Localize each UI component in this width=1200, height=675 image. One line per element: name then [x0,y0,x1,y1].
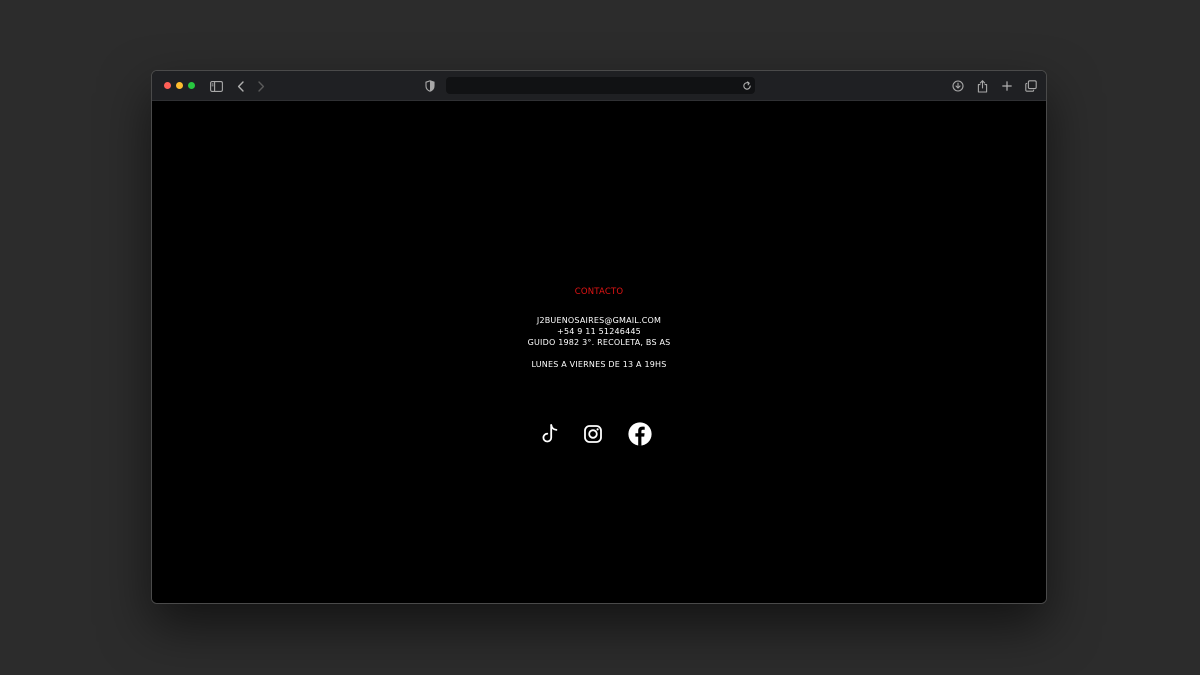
social-links [152,421,1046,447]
sidebar-icon[interactable] [208,78,224,94]
forward-icon[interactable] [253,78,269,94]
new-tab-icon[interactable] [999,78,1015,94]
contact-phone[interactable]: +54 9 11 51246445 [152,326,1046,337]
back-icon[interactable] [233,78,249,94]
contact-address: GUIDO 1982 3°. RECOLETA, BS AS [527,338,671,347]
share-icon[interactable] [974,78,990,94]
tiktok-icon[interactable] [537,421,563,447]
tabs-overview-icon[interactable] [1023,78,1039,94]
reload-icon[interactable] [739,78,755,94]
contact-hours: LUNES A VIERNES DE 13 A 19HS [531,360,667,369]
download-icon[interactable] [950,78,966,94]
browser-toolbar [152,71,1046,101]
address-bar[interactable] [446,77,755,94]
close-window-button[interactable] [164,82,171,89]
instagram-icon[interactable] [580,421,606,447]
shield-icon[interactable] [422,78,438,94]
maximize-window-button[interactable] [188,82,195,89]
page-content: CONTACTO J2BUENOSAIRES@GMAIL.COM +54 9 1… [152,101,1046,603]
browser-window: CONTACTO J2BUENOSAIRES@GMAIL.COM +54 9 1… [151,70,1047,604]
minimize-window-button[interactable] [176,82,183,89]
facebook-icon[interactable] [627,421,653,447]
contact-email[interactable]: J2BUENOSAIRES@GMAIL.COM [152,315,1046,326]
contact-title: CONTACTO [574,287,624,297]
